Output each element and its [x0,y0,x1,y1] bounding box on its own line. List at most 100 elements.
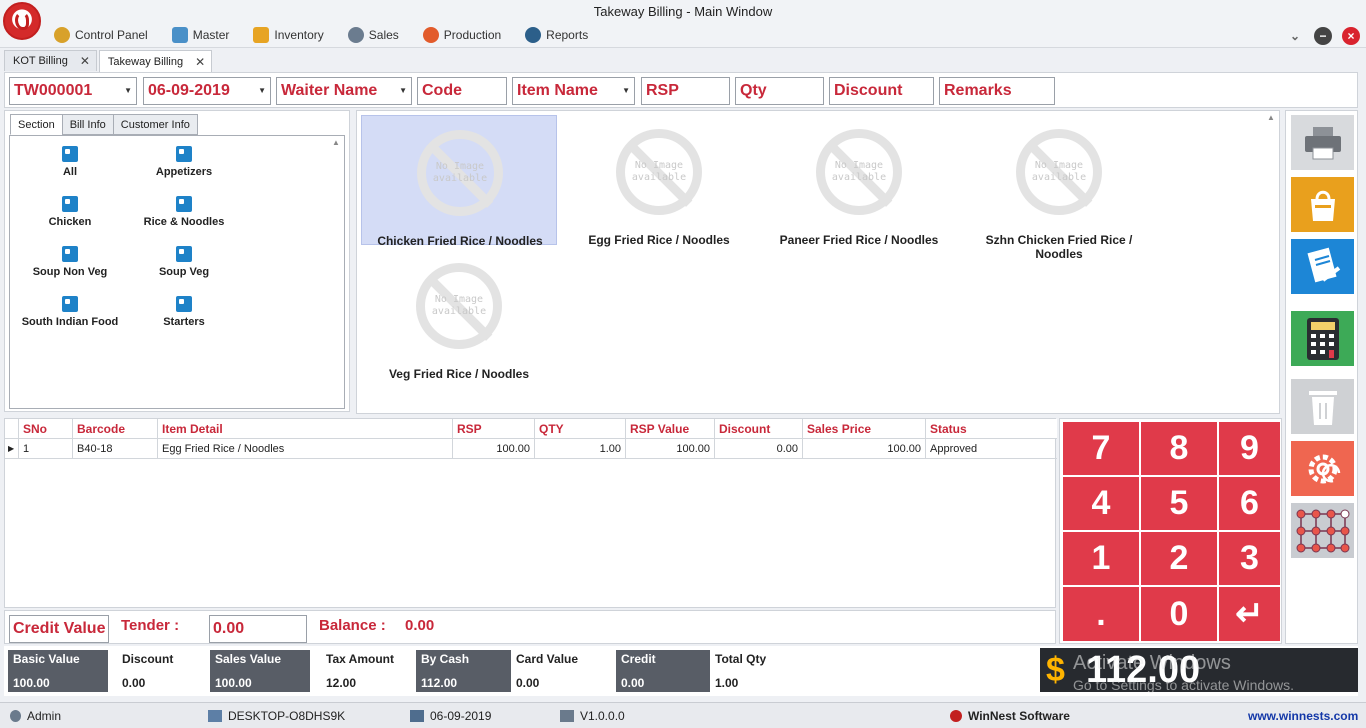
credit-value-button[interactable]: Credit Value [9,615,109,643]
chevron-down-icon[interactable]: ▼ [399,78,407,104]
rsp-field[interactable]: RSP [641,77,730,105]
section-chicken[interactable]: Chicken [10,196,130,228]
tender-input[interactable]: 0.00 [209,615,307,643]
column-header[interactable]: Barcode [73,419,158,439]
item-tile[interactable]: No Image available Chicken Fried Rice / N… [361,115,557,248]
print-button[interactable] [1291,115,1354,170]
item-tile[interactable]: No Image available Paneer Fried Rice / No… [761,115,957,247]
column-header[interactable]: Discount [715,419,803,439]
item-tile[interactable]: No Image available Szhn Chicken Fried Ric… [961,115,1157,261]
scroll-up-icon[interactable]: ▲ [1265,113,1277,122]
key-5[interactable]: 5 [1141,477,1217,530]
calculator-icon [1306,317,1339,360]
section-appetizers[interactable]: Appetizers [124,146,244,178]
bill-date-field[interactable]: 06-09-2019 ▼ [143,77,271,105]
section-all[interactable]: All [10,146,130,178]
print-icon [1304,126,1341,159]
menu-control-panel[interactable]: Control Panel [54,27,148,43]
scroll-up-icon[interactable]: ▲ [330,138,342,147]
tab-customer-info[interactable]: Customer Info [112,114,198,135]
tab-takeway-billing[interactable]: Takeway Billing ✕ [98,50,213,72]
minimize-button[interactable]: − [1314,27,1332,45]
column-header[interactable]: Sales Price [803,419,926,439]
menu-production[interactable]: Production [422,27,501,43]
tender-label: Tender : [121,617,180,634]
remarks-field[interactable]: Remarks [939,77,1055,105]
bill-number-field[interactable]: TW000001 ▼ [9,77,137,105]
chevron-down-icon[interactable]: ▼ [258,78,266,104]
settings-refresh-icon [1308,454,1340,483]
section-soup-non-veg[interactable]: Soup Non Veg [10,246,130,278]
section-soup-veg[interactable]: Soup Veg [124,246,244,278]
section-starters[interactable]: Starters [124,296,244,328]
waiter-name-field[interactable]: Waiter Name ▼ [276,77,412,105]
balance-label: Balance : [319,617,386,634]
key-4[interactable]: 4 [1063,477,1139,530]
key-9[interactable]: 9 [1219,422,1280,475]
enter-key[interactable]: ↵ [1219,587,1280,641]
tab-bill-info[interactable]: Bill Info [61,114,114,135]
key-7[interactable]: 7 [1063,422,1139,475]
key-8[interactable]: 8 [1141,422,1217,475]
column-header[interactable]: SNo [19,419,73,439]
table-row[interactable]: ▶ 1 B40-18 Egg Fried Rice / Noodles 100.… [5,439,1057,459]
key-0[interactable]: 0 [1141,587,1217,641]
column-header[interactable]: Status [926,419,1057,439]
close-button[interactable]: × [1342,27,1360,45]
column-header[interactable]: Item Detail [158,419,453,439]
delete-button[interactable] [1291,379,1354,434]
menu-inventory[interactable]: Inventory [253,27,324,43]
settings-refresh-button[interactable] [1291,441,1354,496]
row-indicator-icon: ▶ [5,439,19,459]
layout-button[interactable] [1291,503,1354,558]
item-tile[interactable]: No Image available Egg Fried Rice / Noodl… [561,115,757,247]
action-toolbar [1285,110,1358,644]
calculator-button[interactable] [1291,311,1354,366]
control-panel-icon [54,27,70,43]
key-decimal[interactable]: . [1063,587,1139,641]
category-icon [62,246,78,262]
item-name: Paneer Fried Rice / Noodles [779,233,939,247]
code-field[interactable]: Code [417,77,507,105]
section-scrollbar[interactable]: ▲ [330,138,342,406]
close-icon[interactable]: ✕ [195,55,205,69]
item-tile[interactable]: No Image available Veg Fried Rice / Noodl… [361,249,557,381]
column-header[interactable]: RSP Value [626,419,715,439]
website-link[interactable]: www.winnests.com [1248,709,1358,723]
numeric-keypad: 7 8 9 4 5 6 1 2 3 . 0 ↵ [1059,418,1282,644]
column-header[interactable]: QTY [535,419,626,439]
section-rice-noodles[interactable]: Rice & Noodles [124,196,244,228]
chevron-down-icon[interactable]: ⌄ [1286,27,1304,45]
summary-discount: Discount 0.00 [117,650,217,692]
menu-reports[interactable]: Reports [525,27,588,43]
chevron-down-icon[interactable]: ▼ [622,78,630,104]
menu-master[interactable]: Master [171,27,229,43]
chevron-down-icon[interactable]: ▼ [124,78,132,104]
tab-kot-billing[interactable]: KOT Billing ✕ [4,50,97,71]
credit-card-icon [1306,247,1340,282]
section-south-indian-food[interactable]: South Indian Food [10,296,130,328]
balance-value: 0.00 [405,617,435,634]
key-3[interactable]: 3 [1219,532,1280,585]
close-icon[interactable]: ✕ [80,54,90,68]
section-panel: Section Bill Info Customer Info All Appe… [4,110,350,412]
item-entry-bar: TW000001 ▼ 06-09-2019 ▼ Waiter Name ▼ Code … [4,72,1358,108]
status-date: 06-09-2019 [410,709,491,723]
credit-button[interactable] [1291,239,1354,294]
column-header[interactable]: RSP [453,419,535,439]
menu-sales[interactable]: Sales [347,27,399,43]
key-6[interactable]: 6 [1219,477,1280,530]
tab-section[interactable]: Section [10,114,63,135]
status-machine: DESKTOP-O8DHS9K [208,709,345,723]
discount-field[interactable]: Discount [829,77,934,105]
grand-total-value: 112.00 [1086,649,1201,691]
key-1[interactable]: 1 [1063,532,1139,585]
window-title: Takeway Billing - Main Window [593,4,773,19]
qty-field[interactable]: Qty [735,77,824,105]
item-name-field[interactable]: Item Name ▼ [512,77,635,105]
takeaway-button[interactable] [1291,177,1354,232]
summary-sales-value: Sales Value 100.00 [210,650,310,692]
item-scrollbar[interactable]: ▲ [1265,113,1277,411]
computer-icon [208,710,222,722]
key-2[interactable]: 2 [1141,532,1217,585]
